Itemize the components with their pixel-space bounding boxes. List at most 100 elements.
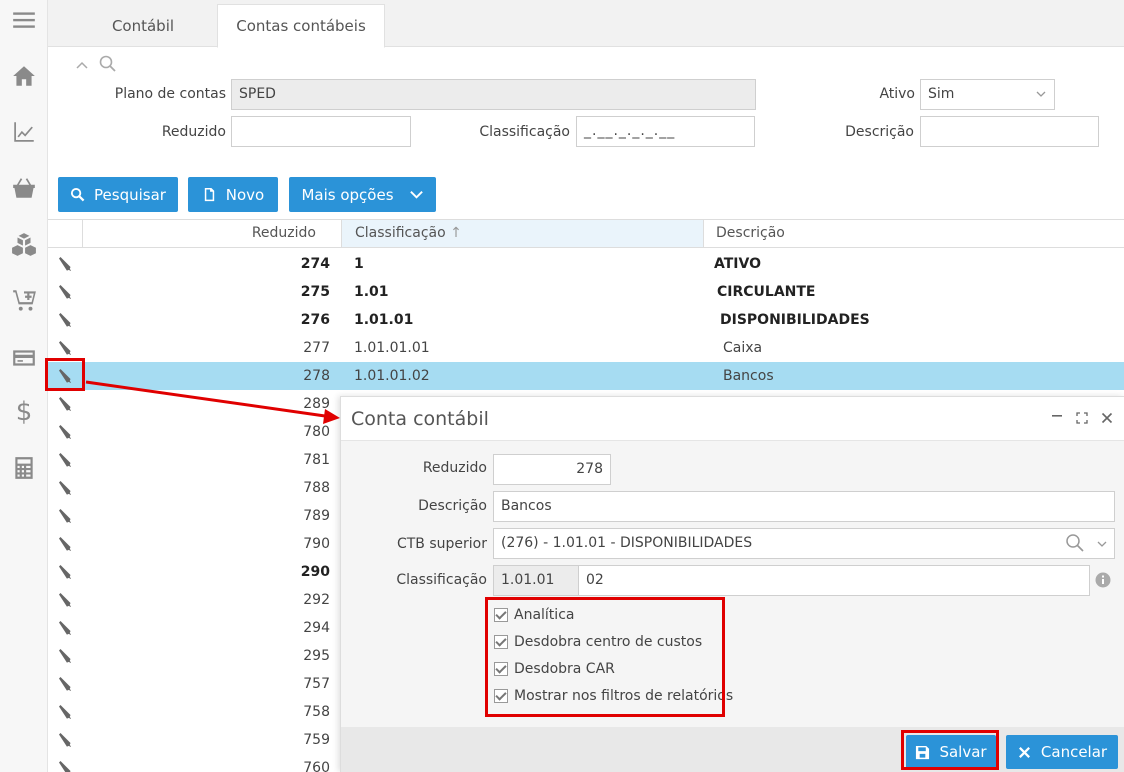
ativo-label: Ativo	[879, 86, 915, 102]
column-classificacao-label: Classificação	[355, 225, 446, 241]
tab-bar: Contábil Contas contábeis	[48, 0, 1124, 48]
modal-descricao-field[interactable]: Bancos	[493, 491, 1115, 522]
mais-opcoes-button[interactable]: Mais opções	[289, 177, 436, 212]
pesquisar-button[interactable]: Pesquisar	[58, 177, 178, 212]
edit-pencil-icon[interactable]	[57, 704, 73, 720]
search-icon[interactable]	[1065, 533, 1085, 553]
minimize-icon[interactable]	[1051, 409, 1063, 425]
table-row[interactable]: 276 1.01.01 DISPONIBILIDADES	[48, 306, 1124, 334]
plano-field[interactable]: SPED	[231, 79, 756, 110]
edit-pencil-icon[interactable]	[57, 732, 73, 748]
edit-pencil-icon[interactable]	[57, 424, 73, 440]
novo-label: Novo	[225, 185, 265, 204]
cart-add-icon[interactable]	[0, 280, 48, 320]
modal-classificacao-field[interactable]: 02	[578, 565, 1090, 596]
chevron-down-icon	[409, 191, 423, 199]
table-row[interactable]: 275 1.01 CIRCULANTE	[48, 278, 1124, 306]
info-icon[interactable]	[1095, 572, 1111, 588]
credit-card-icon[interactable]	[0, 338, 48, 378]
mais-opcoes-label: Mais opções	[301, 185, 394, 204]
edit-pencil-icon[interactable]	[57, 452, 73, 468]
column-reduzido[interactable]: Reduzido	[82, 220, 340, 247]
descricao-label: Descrição	[845, 124, 914, 140]
sort-arrow-icon: ↑	[450, 225, 462, 241]
cell-descricao: CIRCULANTE	[717, 284, 816, 300]
cell-reduzido: 277	[303, 340, 330, 356]
cell-classificacao: 1.01	[354, 284, 389, 300]
edit-pencil-icon[interactable]	[57, 564, 73, 580]
cell-reduzido: 781	[303, 452, 330, 468]
descricao-field[interactable]	[920, 116, 1099, 147]
edit-pencil-icon[interactable]	[57, 256, 73, 272]
cell-reduzido: 274	[300, 256, 330, 272]
cell-reduzido: 790	[303, 536, 330, 552]
column-classificacao[interactable]: Classificação ↑	[341, 220, 703, 247]
table-row[interactable]: 278 1.01.01.02 Bancos	[48, 362, 1124, 390]
cell-reduzido: 275	[300, 284, 330, 300]
cell-reduzido: 760	[303, 760, 330, 772]
classificacao-field[interactable]: _.__._._._.__	[576, 116, 755, 147]
modal-reduzido-label: Reduzido	[422, 460, 487, 476]
edit-pencil-icon[interactable]	[57, 508, 73, 524]
edit-pencil-icon[interactable]	[57, 536, 73, 552]
cell-descricao: ATIVO	[714, 256, 761, 272]
menu-icon[interactable]	[0, 0, 48, 40]
close-icon[interactable]	[1101, 412, 1113, 428]
edit-pencil-icon[interactable]	[57, 396, 73, 412]
edit-pencil-icon[interactable]	[57, 648, 73, 664]
edit-pencil-icon[interactable]	[57, 312, 73, 328]
chevron-down-icon[interactable]	[1096, 538, 1108, 550]
maximize-icon[interactable]	[1076, 412, 1088, 428]
basket-icon[interactable]	[0, 168, 48, 208]
classificacao-prefix: 1.01.01	[493, 565, 579, 596]
calculator-icon[interactable]	[0, 448, 48, 488]
cancelar-label: Cancelar	[1040, 743, 1108, 761]
cell-classificacao: 1.01.01.01	[354, 340, 430, 356]
modal-reduzido-field[interactable]: 278	[493, 454, 611, 485]
tab-contabil[interactable]: Contábil	[88, 4, 198, 47]
cell-descricao: Caixa	[723, 340, 763, 356]
classificacao-label: Classificação	[479, 124, 570, 140]
cell-descricao: DISPONIBILIDADES	[720, 312, 870, 328]
modal-descricao-label: Descrição	[418, 498, 487, 514]
edit-pencil-icon[interactable]	[57, 676, 73, 692]
cell-descricao: Bancos	[723, 368, 774, 384]
edit-pencil-icon[interactable]	[57, 620, 73, 636]
edit-pencil-icon[interactable]	[57, 340, 73, 356]
pesquisar-label: Pesquisar	[94, 185, 166, 204]
tab-contas-contabeis[interactable]: Contas contábeis	[217, 4, 385, 48]
plano-label: Plano de contas	[114, 86, 226, 102]
modal-classificacao-label: Classificação	[396, 572, 487, 588]
novo-button[interactable]: Novo	[188, 177, 278, 212]
chart-line-icon[interactable]	[0, 112, 48, 152]
ctb-superior-field[interactable]: (276) - 1.01.01 - DISPONIBILIDADES	[493, 528, 1115, 559]
home-icon[interactable]	[0, 56, 48, 96]
cancelar-button[interactable]: Cancelar	[1006, 735, 1118, 769]
dollar-icon[interactable]: $	[0, 392, 48, 432]
edit-pencil-icon[interactable]	[57, 284, 73, 300]
table-row[interactable]: 277 1.01.01.01 Caixa	[48, 334, 1124, 362]
dialog-title: Conta contábil	[351, 408, 489, 430]
search-icon	[70, 187, 85, 202]
edit-pencil-icon[interactable]	[57, 592, 73, 608]
cell-reduzido: 780	[303, 424, 330, 440]
collapse-chevron-icon[interactable]	[75, 58, 89, 72]
cell-reduzido: 789	[303, 508, 330, 524]
cell-reduzido: 295	[303, 648, 330, 664]
boxes-icon[interactable]	[0, 224, 48, 264]
search-icon	[99, 55, 117, 73]
cell-reduzido: 294	[303, 620, 330, 636]
table-row[interactable]: 274 1 ATIVO	[48, 250, 1124, 278]
dialog-header: Conta contábil	[341, 397, 1124, 441]
edit-pencil-icon[interactable]	[57, 760, 73, 772]
cell-reduzido: 289	[303, 396, 330, 412]
highlight-salvar	[901, 730, 999, 770]
reduzido-field[interactable]	[231, 116, 411, 147]
cell-reduzido: 276	[300, 312, 330, 328]
column-descricao[interactable]: Descrição	[703, 220, 1124, 247]
cell-classificacao: 1.01.01	[354, 312, 414, 328]
file-icon	[204, 187, 214, 202]
edit-pencil-icon[interactable]	[57, 480, 73, 496]
cell-classificacao: 1.01.01.02	[354, 368, 430, 384]
cell-reduzido: 757	[303, 676, 330, 692]
